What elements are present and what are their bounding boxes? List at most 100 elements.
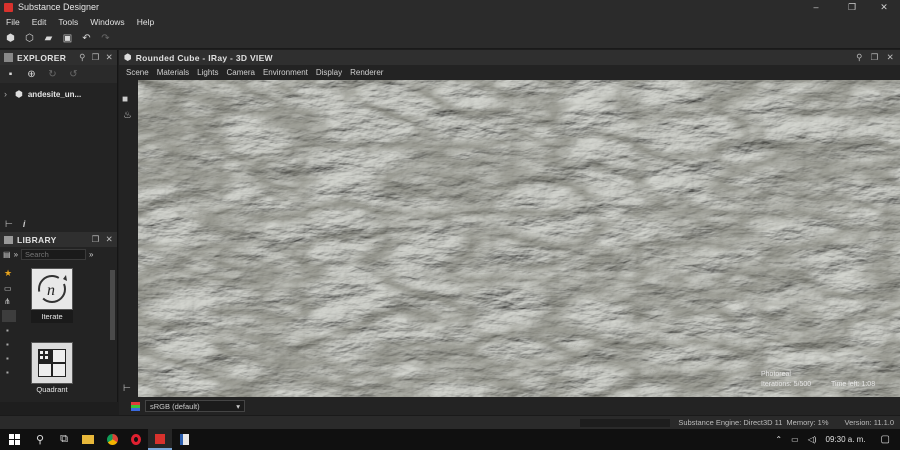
rock-texture-render: Photoreal Iterations: 5/500 Time left: 1… [138, 80, 900, 397]
library-panel: LIBRARY ❐ ✕ ▤ » » ★ ▭ ⋔ ▪ ▪ ▪ ▪ n Iterat… [0, 232, 118, 402]
library-title: LIBRARY [17, 234, 57, 245]
explorer-icon [4, 53, 13, 62]
library-more-icon[interactable]: » [89, 250, 93, 259]
library-search-input[interactable] [21, 249, 87, 260]
save-icon[interactable]: ▪ [4, 68, 17, 81]
version-status: Version: 11.1.0 [844, 418, 894, 427]
menu-camera[interactable]: Camera [223, 68, 259, 77]
iterations-label: Iterations: 5/500 [761, 381, 811, 388]
reload-icon[interactable]: ↺ [67, 68, 80, 81]
colorspace-icon [131, 401, 140, 411]
quadrant-icon [38, 349, 66, 377]
search-icon[interactable]: ⚲ [28, 429, 52, 450]
menu-renderer[interactable]: Renderer [346, 68, 387, 77]
library-close-icon[interactable]: ✕ [106, 234, 113, 245]
menu-windows[interactable]: Windows [84, 17, 130, 27]
window-title: Substance Designer [18, 2, 100, 12]
menu-tools[interactable]: Tools [52, 17, 84, 27]
library-scrollbar[interactable] [110, 270, 115, 340]
dropdown-arrow-icon: ▾ [236, 401, 240, 411]
library-header: LIBRARY ❐ ✕ [0, 232, 117, 247]
cube-icon: ⬢ [124, 52, 132, 62]
minimize-button[interactable]: – [800, 0, 832, 14]
quadrant-label: Quadrant [31, 384, 73, 394]
menu-materials[interactable]: Materials [153, 68, 193, 77]
open-folder-icon[interactable]: ▰ [42, 32, 55, 45]
menu-lights[interactable]: Lights [193, 68, 222, 77]
maximize-button[interactable]: ❐ [836, 0, 868, 14]
substance-designer-taskbar-icon[interactable] [148, 429, 172, 450]
app-icon [4, 2, 13, 12]
category-selected[interactable] [2, 310, 16, 322]
task-view-icon[interactable]: ⧉ [52, 429, 76, 450]
library-expand-icon[interactable]: » [14, 250, 18, 259]
network-icon[interactable]: ▭ [791, 435, 799, 444]
comment-icon[interactable]: ▭ [4, 284, 12, 293]
opera-icon[interactable] [124, 429, 148, 450]
new-graph-icon[interactable]: ⬡ [23, 32, 36, 45]
file-explorer-icon[interactable] [76, 429, 100, 450]
tree-icon[interactable]: ⊢ [5, 219, 13, 230]
viewport-tree-icon[interactable]: ⊢ [123, 383, 131, 394]
library-categories: ★ ▭ ⋔ ▪ ▪ ▪ ▪ [0, 266, 26, 402]
library-float-icon[interactable]: ❐ [92, 234, 100, 245]
iterate-tile[interactable]: n [31, 268, 73, 310]
windows-start-icon[interactable] [0, 429, 28, 450]
viewport-pin-icon[interactable]: ⚲ [856, 52, 863, 63]
menu-help[interactable]: Help [131, 17, 160, 27]
chrome-icon[interactable] [100, 429, 124, 450]
redo-icon[interactable]: ↷ [99, 32, 112, 45]
explorer-toolbar: ▪ ⊕ ↻ ↺ [0, 65, 117, 83]
windows-taskbar: ⚲ ⧉ ⌃ ▭ ◁) 09:30 a. m. ▢ [0, 429, 900, 450]
category-item-2[interactable]: ▪ [6, 340, 9, 349]
3d-view-menu: Scene Materials Lights Camera Environmen… [119, 65, 900, 80]
new-package-icon[interactable]: ⬢ [4, 32, 17, 45]
3d-view-title: Rounded Cube - IRay - 3D VIEW [135, 52, 273, 63]
viewport-close-icon[interactable]: ✕ [887, 52, 894, 63]
title-bar: Substance Designer – ❐ ✕ [0, 0, 900, 14]
pin-icon[interactable]: ⚲ [79, 52, 86, 63]
menu-environment[interactable]: Environment [259, 68, 312, 77]
status-bar: Substance Engine: Direct3D 11 Memory: 1%… [0, 415, 900, 429]
viewport-bottom-bar: sRGB (default) ▾ [119, 397, 900, 415]
quadrant-tile[interactable] [31, 342, 73, 384]
viewport-float-icon[interactable]: ❐ [871, 52, 879, 63]
save-all-icon[interactable]: ▣ [61, 32, 74, 45]
clock[interactable]: 09:30 a. m. [826, 435, 866, 444]
package-name: andesite_un... [27, 89, 82, 99]
colorspace-dropdown[interactable]: sRGB (default) ▾ [145, 400, 245, 412]
memory-status: Memory: 1% [786, 418, 829, 427]
menu-display[interactable]: Display [312, 68, 346, 77]
category-item-1[interactable]: ▪ [6, 326, 9, 335]
favorites-icon[interactable]: ★ [4, 268, 12, 279]
notifications-icon[interactable]: ▢ [881, 434, 890, 445]
info-icon[interactable]: i [23, 219, 26, 229]
close-button[interactable]: ✕ [868, 0, 900, 14]
3d-view-header: ⬢ Rounded Cube - IRay - 3D VIEW ⚲ ❐ ✕ [119, 50, 900, 65]
category-item-3[interactable]: ▪ [6, 354, 9, 363]
tray-chevron-icon[interactable]: ⌃ [775, 435, 782, 444]
refresh-icon[interactable]: ↻ [46, 68, 59, 81]
library-filter-icon[interactable]: ▤ [3, 250, 11, 259]
add-graph-icon[interactable]: ⊕ [25, 68, 38, 81]
document-app-icon[interactable] [172, 429, 196, 450]
undo-icon[interactable]: ↶ [80, 32, 93, 45]
menu-scene[interactable]: Scene [122, 68, 153, 77]
menu-edit[interactable]: Edit [26, 17, 53, 27]
volume-icon[interactable]: ◁) [808, 435, 817, 444]
camera-icon[interactable]: ■ [122, 94, 128, 105]
time-left-label: Time left: 1:08 [831, 381, 875, 388]
category-item-4[interactable]: ▪ [6, 368, 9, 377]
engine-status: Substance Engine: Direct3D 11 [678, 418, 783, 427]
explorer-panel: EXPLORER ⚲ ❐ ✕ ▪ ⊕ ↻ ↺ › ⬢ andesite_un..… [0, 50, 118, 232]
expand-arrow-icon[interactable]: › [4, 89, 7, 99]
render-mode-label: Photoreal [761, 371, 791, 378]
panel-close-icon[interactable]: ✕ [106, 52, 113, 63]
graph-items-icon[interactable]: ⋔ [4, 297, 11, 306]
menu-file[interactable]: File [0, 17, 26, 27]
3d-render-view[interactable]: Photoreal Iterations: 5/500 Time left: 1… [138, 80, 900, 397]
light-icon[interactable]: ♨ [123, 110, 132, 121]
float-icon[interactable]: ❐ [92, 52, 100, 63]
tree-item[interactable]: › ⬢ andesite_un... [0, 86, 117, 102]
iterate-icon: n [38, 275, 67, 303]
